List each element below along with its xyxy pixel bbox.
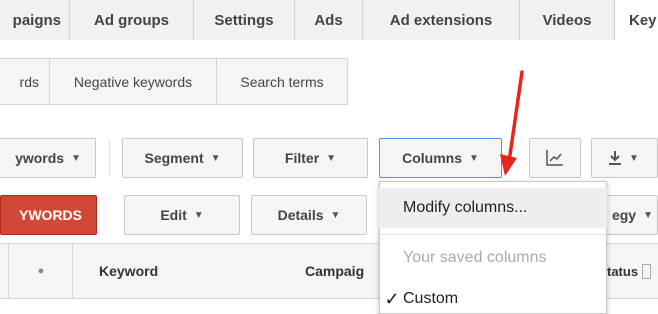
tab-ads[interactable]: Ads [295, 0, 363, 40]
details-button[interactable]: Details ▼ [251, 195, 367, 235]
custom-columns-item[interactable]: ✓ Custom [379, 284, 607, 314]
segment-button[interactable]: Segment ▼ [122, 138, 243, 178]
download-button[interactable]: ▼ [591, 138, 658, 178]
tab-settings[interactable]: Settings [194, 0, 295, 40]
checkmark-icon: ✓ [384, 288, 400, 309]
chevron-down-icon: ▼ [468, 152, 479, 164]
subtab-negative-keywords[interactable]: Negative keywords [50, 58, 217, 105]
segment-label: Segment [144, 150, 204, 166]
tab-keywords[interactable]: Key [615, 0, 658, 40]
tab-campaigns[interactable]: paigns [0, 0, 70, 40]
edit-button[interactable]: Edit ▼ [124, 195, 240, 235]
status-column-label: tatus [607, 263, 639, 279]
bid-strategy-label: egy [611, 207, 637, 223]
menu-divider [379, 234, 607, 235]
tab-videos[interactable]: Videos [520, 0, 615, 40]
subtab-search-terms[interactable]: Search terms [217, 58, 348, 105]
filter-button[interactable]: Filter ▼ [253, 138, 368, 178]
column-divider [72, 243, 73, 299]
chevron-down-icon: ▼ [643, 209, 653, 221]
chevron-down-icon: ▼ [71, 152, 81, 164]
chevron-down-icon: ▼ [326, 152, 337, 164]
saved-columns-heading: Your saved columns [403, 249, 547, 266]
filter-label: Filter [284, 150, 320, 166]
toolbar-divider [109, 140, 110, 176]
subtab-keywords[interactable]: rds [0, 58, 50, 105]
chevron-down-icon: ▼ [330, 209, 341, 221]
keywords-view-button[interactable]: ywords ▼ [0, 138, 96, 178]
details-label: Details [277, 207, 324, 223]
download-icon [609, 151, 621, 165]
keywords-view-label: ywords [15, 150, 65, 166]
chevron-down-icon: ▼ [193, 209, 204, 221]
columns-button[interactable]: Columns ▼ [379, 138, 502, 178]
chevron-down-icon: ▼ [210, 152, 221, 164]
tab-ad-groups[interactable]: Ad groups [70, 0, 194, 40]
campaign-column-header[interactable]: Campaig [305, 243, 375, 299]
help-icon[interactable] [642, 263, 652, 279]
status-column-header[interactable]: tatus [607, 243, 658, 299]
column-divider [8, 243, 9, 299]
line-chart-icon [546, 150, 563, 166]
chart-button[interactable] [529, 138, 581, 178]
add-keywords-button[interactable]: YWORDS [0, 195, 97, 235]
annotation-arrow-icon [500, 70, 524, 176]
modify-columns-item[interactable]: Modify columns... [379, 188, 607, 228]
keyword-column-header[interactable]: Keyword [99, 243, 249, 299]
tab-ad-extensions[interactable]: Ad extensions [363, 0, 520, 40]
edit-label: Edit [160, 207, 187, 223]
columns-label: Columns [402, 150, 462, 166]
chevron-down-icon: ▼ [629, 152, 639, 164]
custom-columns-label: Custom [403, 290, 459, 307]
status-dot-icon: ● [37, 265, 45, 277]
add-keywords-label: YWORDS [19, 207, 82, 223]
